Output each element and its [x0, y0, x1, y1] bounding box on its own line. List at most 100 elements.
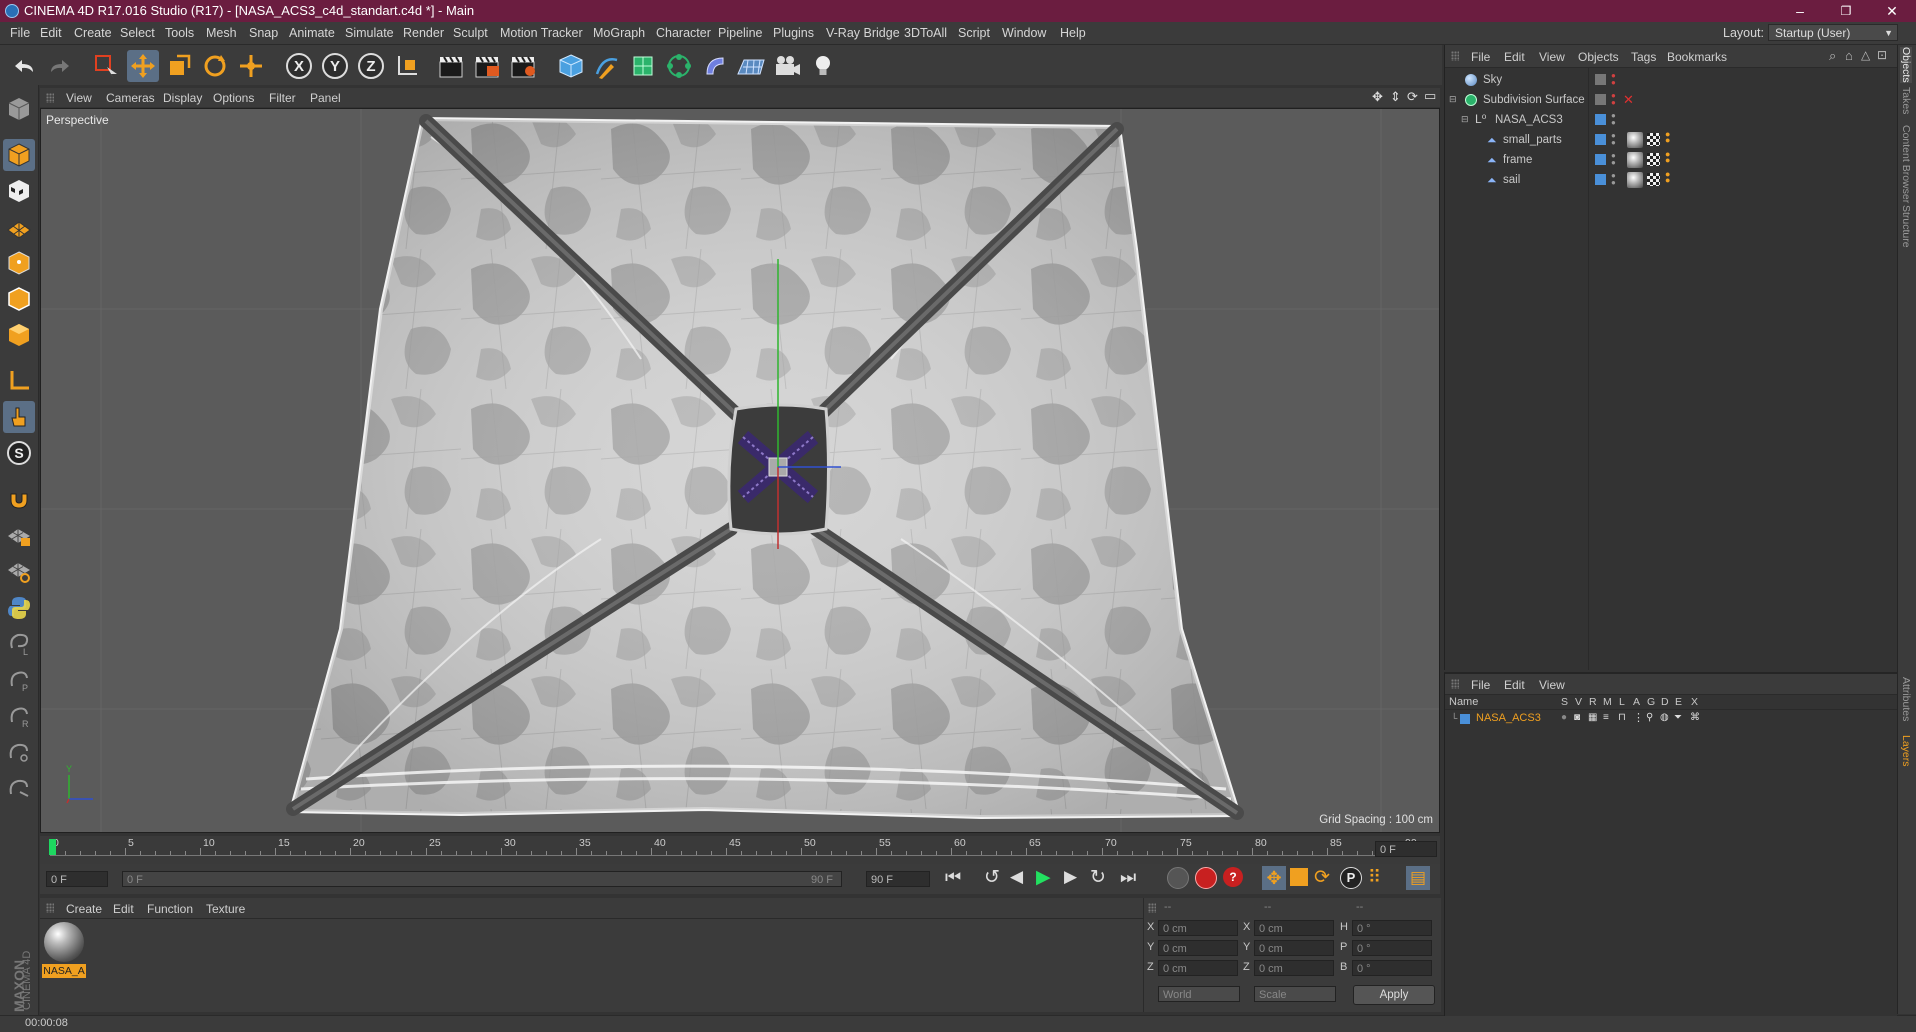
manager-icon[interactable]: ≡	[1603, 712, 1609, 723]
key-position-icon[interactable]: ✥	[1262, 866, 1286, 890]
uvw-tag-icon[interactable]	[1647, 153, 1660, 166]
menu-snap[interactable]: Snap	[249, 26, 278, 40]
step-forward-icon[interactable]: ▶	[1064, 867, 1077, 887]
rotation-h-field[interactable]: 0 °	[1352, 920, 1432, 936]
planar-workplane-button[interactable]	[3, 555, 35, 587]
timeline-ruler[interactable]: 051015202530354045505560657075808590 0 F	[40, 836, 1440, 864]
column-xref[interactable]: X	[1691, 696, 1698, 708]
zoom-view-icon[interactable]: ⇕	[1390, 89, 1401, 105]
new-panel-icon[interactable]: ⊡	[1877, 48, 1887, 62]
viewport-menu-view[interactable]: View	[66, 91, 92, 105]
size-mode-dropdown[interactable]: Scale	[1254, 986, 1336, 1002]
timeline-track[interactable]: 051015202530354045505560657075808590	[50, 837, 1417, 861]
add-spline-button[interactable]	[591, 50, 623, 82]
object-menu-tags[interactable]: Tags	[1631, 50, 1656, 64]
axis-mode-button[interactable]	[3, 365, 35, 397]
expand-toggle-icon[interactable]: ⊟	[1449, 94, 1457, 105]
menu-sculpt[interactable]: Sculpt	[453, 26, 488, 40]
layer-swatch-icon[interactable]	[1595, 114, 1606, 125]
object-row-nasa-acs3[interactable]: ⊟ L⁰ NASA_ACS3 ● ●	[1445, 111, 1897, 131]
material-swatch[interactable]: NASA_A	[42, 922, 86, 978]
playhead-marker[interactable]	[49, 839, 56, 855]
menu-plugins[interactable]: Plugins	[773, 26, 814, 40]
visibility-dots-icon[interactable]: ● ●	[1611, 152, 1616, 167]
key-scale-icon[interactable]	[1290, 868, 1308, 886]
tab-content-browser[interactable]: Content Browser	[1900, 125, 1912, 203]
size-z-field[interactable]: 0 cm	[1254, 960, 1334, 976]
key-parameter-icon[interactable]: P	[1340, 867, 1362, 889]
render-clapper-icon[interactable]: ▦	[1588, 712, 1597, 723]
rectangle-select-button[interactable]: R	[3, 699, 35, 731]
workplane-mode-button[interactable]	[3, 211, 35, 243]
layer-swatch-icon[interactable]	[1595, 154, 1606, 165]
column-view[interactable]: V	[1575, 696, 1582, 708]
menu-simulate[interactable]: Simulate	[345, 26, 394, 40]
material-menu-texture[interactable]: Texture	[206, 902, 245, 916]
object-row-sail[interactable]: ⏶ sail ● ● ● ●	[1445, 170, 1897, 191]
key-pla-icon[interactable]: ⠿	[1368, 867, 1381, 888]
position-z-field[interactable]: 0 cm	[1158, 960, 1238, 976]
render-settings-button[interactable]	[508, 50, 540, 82]
xref-icon[interactable]: ⌘	[1690, 712, 1700, 723]
eye-icon[interactable]: ◙	[1574, 712, 1580, 723]
visibility-dots-icon[interactable]: ● ●	[1611, 132, 1616, 147]
layer-swatch-icon[interactable]	[1595, 134, 1606, 145]
texture-mode-button[interactable]	[3, 175, 35, 207]
add-floor-button[interactable]	[735, 50, 767, 82]
position-y-field[interactable]: 0 cm	[1158, 940, 1238, 956]
tab-attributes[interactable]: Attributes	[1900, 677, 1912, 721]
polygons-mode-button[interactable]	[3, 319, 35, 351]
magnet-button[interactable]	[3, 483, 35, 515]
column-manager[interactable]: M	[1603, 696, 1612, 708]
column-render[interactable]: R	[1589, 696, 1597, 708]
goto-end-icon[interactable]: ⏭	[1120, 867, 1136, 888]
column-expressions[interactable]: E	[1675, 696, 1682, 708]
solo-dot-icon[interactable]: ●	[1561, 712, 1567, 723]
coordinate-mode-dropdown[interactable]: World	[1158, 986, 1240, 1002]
layer-menu-view[interactable]: View	[1539, 678, 1565, 692]
object-row-small-parts[interactable]: ⏶ small_parts ● ● ● ●	[1445, 130, 1897, 151]
menu-create[interactable]: Create	[74, 26, 112, 40]
animation-icon[interactable]: ⋮	[1633, 711, 1644, 724]
menu-motion-tracker[interactable]: Motion Tracker	[500, 26, 583, 40]
viewport-menu-panel[interactable]: Panel	[310, 91, 341, 105]
apply-button[interactable]: Apply	[1353, 985, 1435, 1005]
position-x-field[interactable]: 0 cm	[1158, 920, 1238, 936]
add-generator-button[interactable]	[627, 50, 659, 82]
render-view-button[interactable]	[436, 50, 468, 82]
menu-tools[interactable]: Tools	[165, 26, 194, 40]
menu-help[interactable]: Help	[1060, 26, 1086, 40]
column-locked[interactable]: L	[1619, 696, 1625, 708]
visibility-dots-icon[interactable]: ● ●	[1611, 92, 1616, 107]
rotation-p-field[interactable]: 0 °	[1352, 940, 1432, 956]
visibility-dots-icon[interactable]: ● ●	[1611, 72, 1616, 87]
visibility-dots-icon[interactable]: ● ●	[1611, 112, 1616, 127]
viewport-menu-options[interactable]: Options	[213, 91, 254, 105]
end-frame-field[interactable]: 90 F	[866, 871, 930, 887]
uvw-tag-icon[interactable]	[1647, 173, 1660, 186]
step-back-icon[interactable]: ◀	[1010, 867, 1023, 887]
material-menu-create[interactable]: Create	[66, 902, 102, 916]
record-keys-icon[interactable]	[1167, 867, 1189, 889]
expand-toggle-icon[interactable]: ⊟	[1461, 114, 1469, 125]
rotate-tool-button[interactable]	[199, 50, 231, 82]
material-tag-icon[interactable]	[1627, 132, 1643, 148]
lock-y-axis-button[interactable]: Y	[319, 50, 351, 82]
move-tool-button[interactable]	[127, 50, 159, 82]
visibility-dots-icon[interactable]: ● ●	[1611, 172, 1616, 187]
material-menu-function[interactable]: Function	[147, 902, 193, 916]
lock-icon[interactable]: ⊓	[1618, 712, 1626, 723]
object-menu-file[interactable]: File	[1471, 50, 1490, 64]
tab-structure[interactable]: Structure	[1900, 205, 1912, 248]
transform-tool-button[interactable]	[235, 50, 267, 82]
viewport-menu-display[interactable]: Display	[163, 91, 202, 105]
tab-layers[interactable]: Layers	[1900, 735, 1912, 767]
python-button[interactable]	[3, 591, 35, 623]
add-camera-button[interactable]	[771, 50, 803, 82]
menu-edit[interactable]: Edit	[40, 26, 62, 40]
column-generators[interactable]: G	[1647, 696, 1655, 708]
object-menu-view[interactable]: View	[1539, 50, 1565, 64]
lasso-tool-button[interactable]: L	[3, 627, 35, 659]
add-deformer-button[interactable]	[699, 50, 731, 82]
make-editable-button[interactable]	[3, 93, 35, 125]
